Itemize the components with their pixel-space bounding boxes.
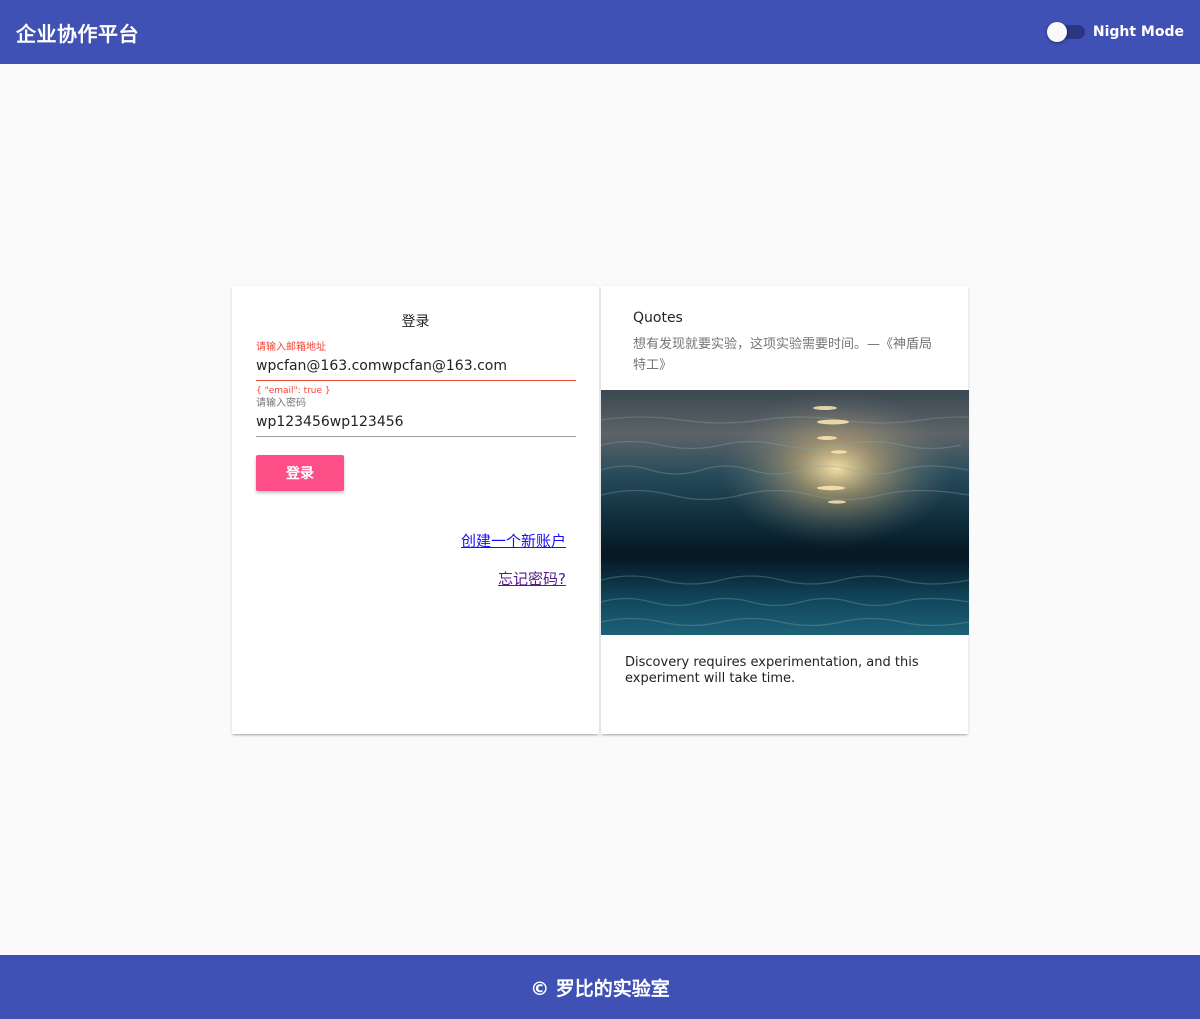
quote-subtitle: 想有发现就要实验，这项实验需要时间。—《神盾局特工》 — [633, 337, 933, 373]
email-input[interactable] — [256, 354, 576, 381]
night-mode-label: Night Mode — [1092, 24, 1184, 40]
app-title: 企业协作平台 — [16, 21, 139, 46]
switch-thumb[interactable] — [1046, 22, 1067, 42]
quote-title: Quotes — [633, 310, 683, 326]
email-field: 请输入邮箱地址 { "email": true } — [256, 342, 576, 397]
card-row: 登录 请输入邮箱地址 { "email": true } 请输入密码 登录 创建… — [232, 286, 969, 734]
ocean-image — [601, 390, 969, 635]
account-links: 创建一个新账户 忘记密码? — [256, 531, 575, 589]
quote-header: Quotes 想有发现就要实验，这项实验需要时间。—《神盾局特工》 — [601, 286, 968, 390]
quote-text: Discovery requires experimentation, and … — [625, 655, 919, 686]
password-field: 请输入密码 — [256, 398, 576, 437]
create-account-link[interactable]: 创建一个新账户 — [461, 531, 566, 551]
email-error: { "email": true } — [256, 386, 331, 396]
night-mode-switch[interactable] — [1046, 22, 1085, 42]
password-input[interactable] — [256, 410, 576, 437]
forgot-password-link[interactable]: 忘记密码? — [498, 569, 566, 589]
login-button[interactable]: 登录 — [256, 455, 344, 491]
login-card: 登录 请输入邮箱地址 { "email": true } 请输入密码 登录 创建… — [232, 286, 599, 734]
password-label: 请输入密码 — [256, 398, 306, 409]
top-app-bar: 企业协作平台 Night Mode — [0, 0, 1200, 64]
night-mode-toggle[interactable]: Night Mode — [1046, 22, 1184, 42]
quote-card: Quotes 想有发现就要实验，这项实验需要时间。—《神盾局特工》 Discov… — [601, 286, 969, 734]
login-title: 登录 — [401, 314, 430, 330]
email-label: 请输入邮箱地址 — [256, 342, 326, 353]
footer: © 罗比的实验室 — [0, 955, 1200, 1019]
